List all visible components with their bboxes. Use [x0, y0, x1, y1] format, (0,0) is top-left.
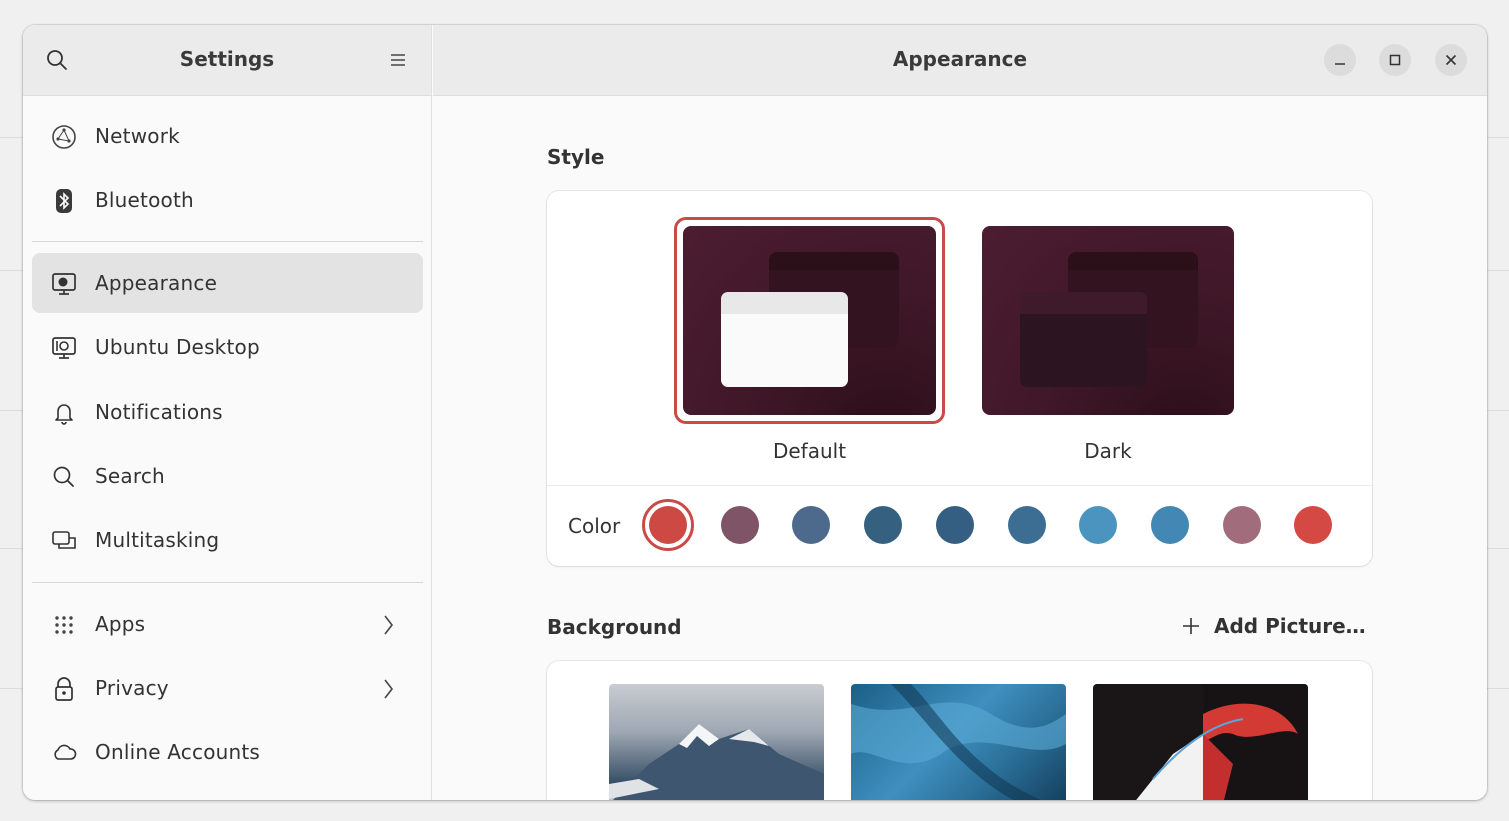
sidebar-item-online-accounts[interactable]: Online Accounts — [32, 722, 423, 782]
sidebar-item-label: Privacy — [95, 676, 169, 700]
add-picture-button[interactable]: Add Picture… — [1181, 614, 1366, 638]
background-dark-abstract-thumbnail[interactable] — [1093, 684, 1308, 800]
ubuntu-desktop-icon — [52, 337, 76, 359]
theme-dark-thumbnail[interactable] — [982, 226, 1234, 415]
search-icon — [53, 466, 74, 487]
multitasking-icon — [52, 531, 76, 549]
color-swatch-3[interactable] — [864, 506, 903, 544]
sidebar-item-apps[interactable]: Apps — [32, 594, 423, 654]
abstract-image — [851, 684, 1066, 800]
color-swatch-2[interactable] — [792, 506, 831, 544]
mountain-image — [609, 724, 824, 800]
sidebar-title: Settings — [179, 47, 275, 71]
sidebar-item-label: Appearance — [95, 271, 218, 295]
sidebar-item-label: Apps — [95, 612, 146, 636]
background-mountain-thumbnail[interactable] — [609, 684, 824, 800]
content-header: Appearance — [433, 25, 1487, 96]
cloud-icon — [54, 744, 77, 760]
light-window-preview — [721, 292, 848, 387]
color-swatch-0[interactable] — [649, 506, 687, 544]
hamburger-menu-icon[interactable] — [387, 49, 409, 71]
theme-dark-label: Dark — [1084, 439, 1132, 463]
settings-window: Settings Network Bluetooth Appearance Ub… — [23, 25, 1487, 800]
sidebar-item-label: Bluetooth — [95, 188, 194, 212]
sidebar-item-bluetooth[interactable]: Bluetooth — [32, 170, 423, 230]
color-swatch-5[interactable] — [1007, 506, 1046, 544]
appearance-icon — [52, 273, 76, 295]
theme-default-label: Default — [772, 439, 847, 463]
sidebar-item-network[interactable]: Network — [32, 106, 423, 166]
sidebar-separator — [32, 241, 423, 242]
bell-icon — [55, 404, 73, 425]
theme-default-thumbnail[interactable] — [683, 226, 936, 415]
sidebar-item-label: Network — [95, 124, 180, 148]
sidebar-item-label: Multitasking — [95, 528, 220, 552]
sidebar-item-label: Notifications — [95, 400, 223, 424]
sidebar-separator — [32, 582, 423, 583]
sidebar-item-privacy[interactable]: Privacy — [32, 658, 423, 718]
chevron-right-icon — [384, 615, 394, 635]
sidebar-item-appearance[interactable]: Appearance — [32, 253, 423, 313]
color-swatch-9[interactable] — [1294, 506, 1333, 544]
style-card: Default Dark Color — [547, 191, 1372, 566]
dark-abstract-image — [1136, 684, 1308, 800]
sidebar: Settings Network Bluetooth Appearance Ub… — [23, 25, 432, 800]
sidebar-item-search[interactable]: Search — [32, 446, 423, 506]
minimize-button[interactable] — [1324, 44, 1356, 76]
plus-icon — [1183, 618, 1199, 634]
bluetooth-icon — [56, 189, 72, 213]
sidebar-item-label: Search — [95, 464, 165, 488]
sidebar-item-ubuntu-desktop[interactable]: Ubuntu Desktop — [32, 317, 423, 377]
background-blue-abstract-thumbnail[interactable] — [851, 684, 1066, 800]
sidebar-header: Settings — [23, 25, 431, 96]
apps-grid-icon — [55, 616, 73, 634]
close-button[interactable] — [1435, 44, 1467, 76]
color-swatch-7[interactable] — [1150, 506, 1189, 544]
color-swatch-8[interactable] — [1222, 506, 1261, 544]
sidebar-item-label: Ubuntu Desktop — [95, 335, 260, 359]
add-picture-label: Add Picture… — [1214, 614, 1366, 638]
color-swatch-4[interactable] — [935, 506, 974, 544]
color-label: Color — [568, 514, 621, 538]
sidebar-item-notifications[interactable]: Notifications — [32, 382, 423, 442]
style-section-title: Style — [547, 145, 605, 169]
sidebar-item-multitasking[interactable]: Multitasking — [32, 510, 423, 570]
close-icon — [1445, 54, 1457, 66]
maximize-icon — [1389, 54, 1401, 66]
lock-icon — [55, 677, 73, 701]
maximize-button[interactable] — [1379, 44, 1411, 76]
color-row-separator — [547, 485, 1372, 486]
sidebar-item-label: Online Accounts — [95, 740, 261, 764]
main-content: Appearance Style Default Dark Color Back… — [433, 25, 1487, 800]
background-section-title: Background — [547, 615, 682, 639]
chevron-right-icon — [384, 679, 394, 699]
color-swatch-6[interactable] — [1079, 506, 1118, 544]
network-icon — [52, 125, 76, 149]
dark-window-preview — [1020, 292, 1147, 387]
minimize-icon — [1335, 63, 1345, 65]
color-swatch-1[interactable] — [720, 506, 759, 544]
background-card — [547, 661, 1372, 800]
